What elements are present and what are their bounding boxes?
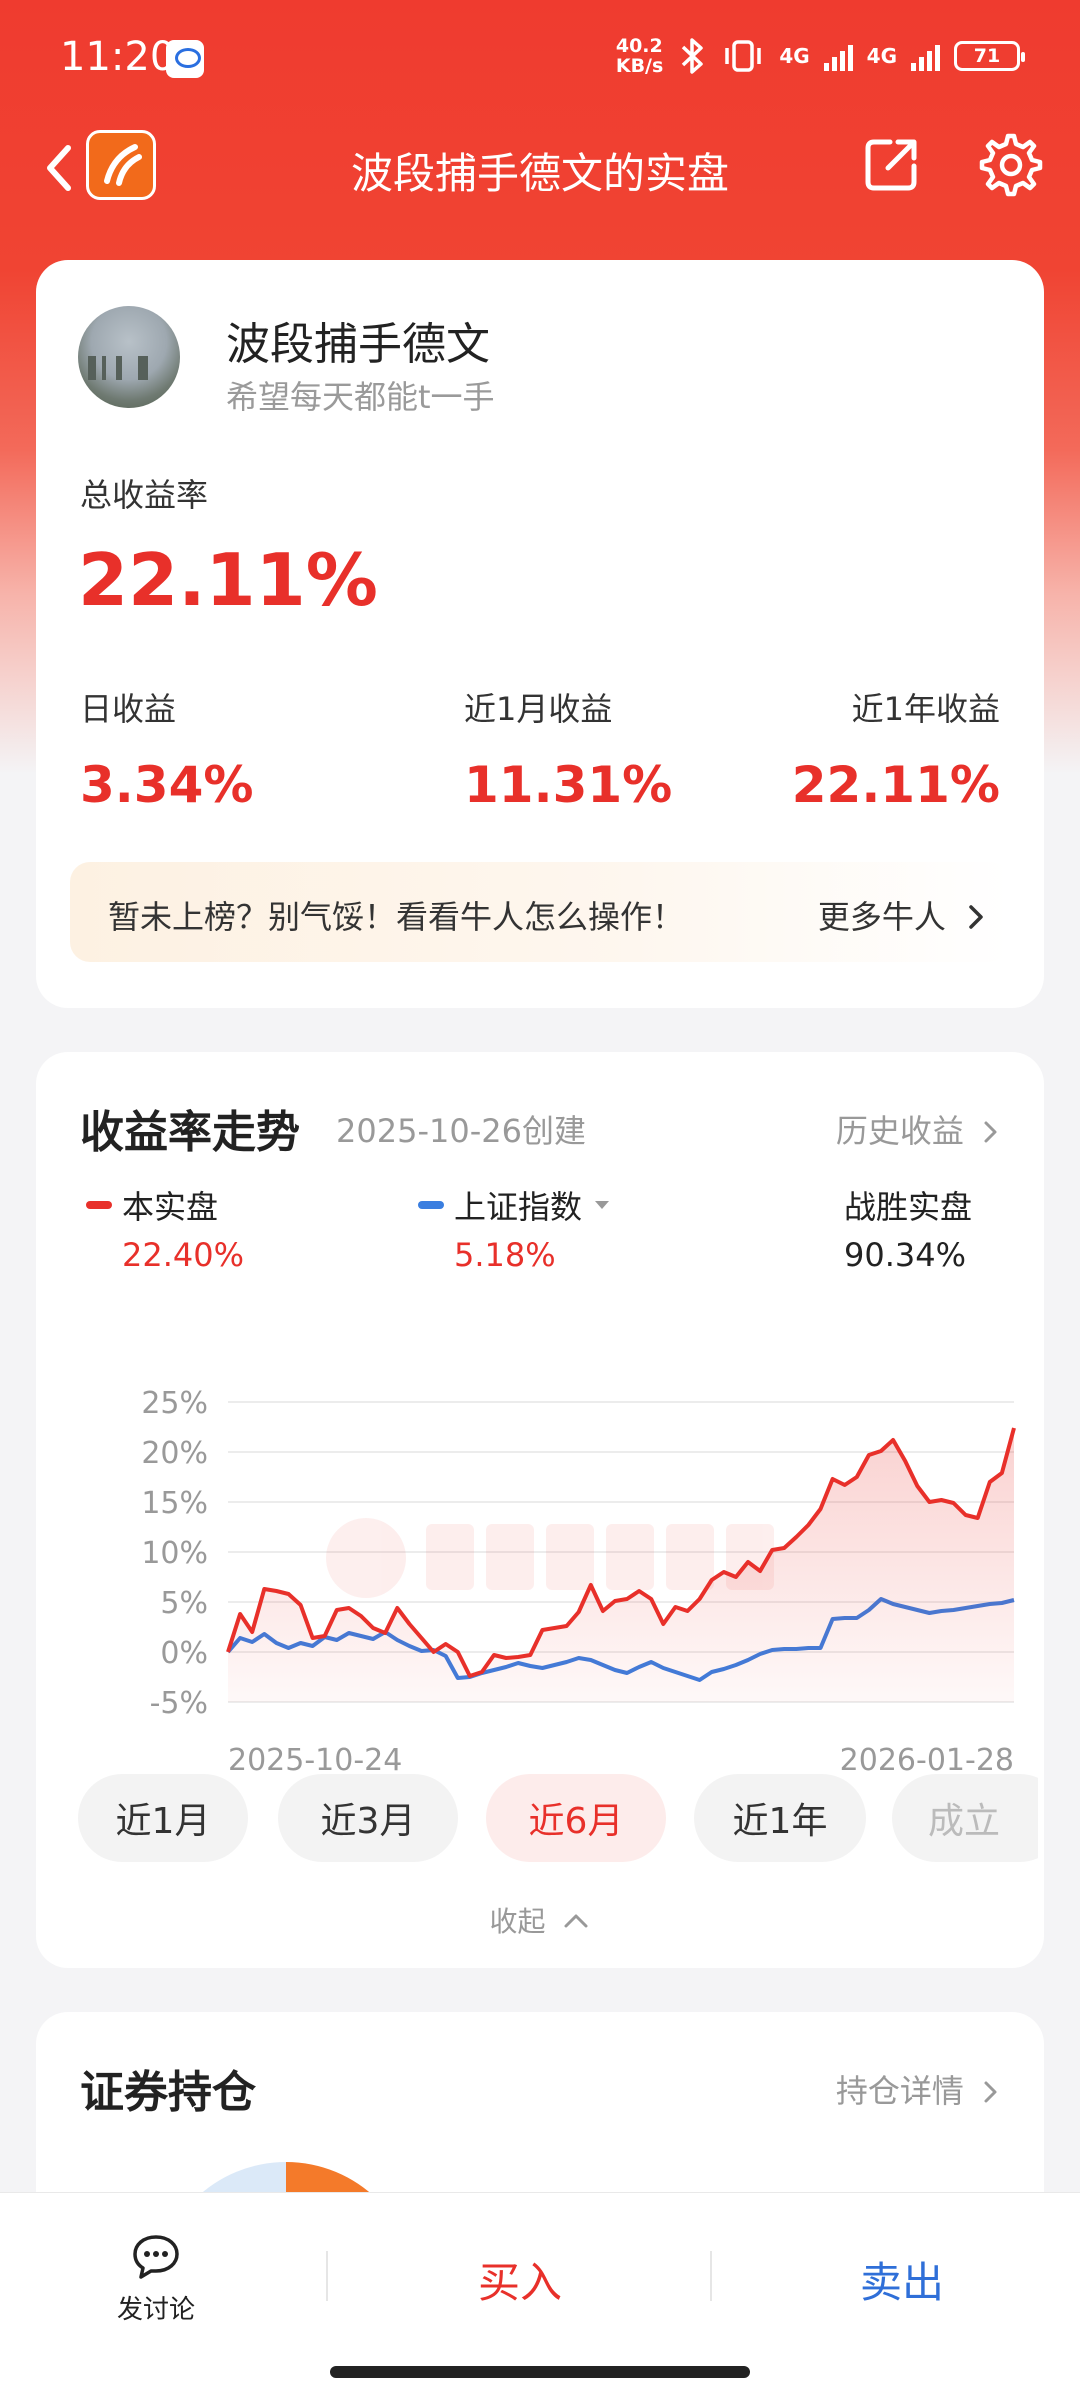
legend-index[interactable]: 上证指数 5.18%: [418, 1182, 612, 1274]
status-bar: 11:20 40.2 KB/s 4G 4G 71: [0, 0, 1080, 120]
legend-label: 战胜实盘: [843, 1188, 972, 1226]
top-nav-bar: 波段捕手德文的实盘: [0, 120, 1080, 210]
total-return-value: 22.11%: [78, 538, 378, 622]
range-1-month[interactable]: 近1月: [78, 1774, 248, 1862]
stat-value: 22.11%: [791, 756, 1000, 814]
signal-label-1: 4G: [779, 44, 810, 68]
network-speed: 40.2 KB/s: [616, 36, 663, 76]
legend-blue-swatch: [418, 1201, 444, 1209]
app-notification-icon: [166, 40, 204, 78]
gear-icon[interactable]: [978, 132, 1044, 198]
avatar[interactable]: [78, 306, 180, 408]
share-icon[interactable]: [862, 134, 922, 194]
chevron-up-icon: [564, 1914, 588, 1928]
range-6-months[interactable]: 近6月: [486, 1774, 666, 1862]
legend-label: 本实盘: [122, 1188, 219, 1226]
more-experts-link[interactable]: 更多牛人: [818, 892, 986, 938]
stat-label: 日收益: [80, 690, 177, 728]
legend-red-swatch: [86, 1201, 112, 1209]
bluetooth-icon: [682, 38, 704, 74]
legend-label: 上证指数: [454, 1188, 583, 1226]
status-indicators: 40.2 KB/s 4G 4G 71: [616, 36, 1025, 76]
holdings-detail-label: 持仓详情: [835, 2072, 964, 2110]
banner-text: 暂未上榜？别气馁！看看牛人怎么操作！: [108, 898, 685, 936]
stat-1-month: 近1月收益 11.31%: [464, 684, 672, 814]
total-return-label: 总收益率: [80, 476, 209, 514]
logo-mark-icon: [104, 144, 142, 186]
x-tick-label: 2025-10-24: [228, 1743, 402, 1778]
vibrate-icon: [725, 40, 762, 72]
legend-value: 5.18%: [454, 1236, 556, 1274]
page-title: 波段捕手德文的实盘: [350, 149, 729, 198]
stat-daily: 日收益 3.34%: [80, 684, 253, 814]
range-selector: 近1月 近3月 近6月 近1年 成立: [78, 1774, 1038, 1864]
range-1-year[interactable]: 近1年: [694, 1774, 866, 1862]
legend-value: 22.40%: [122, 1236, 245, 1274]
chevron-right-icon: [984, 2081, 997, 2103]
more-experts-label: 更多牛人: [817, 898, 946, 936]
return-trend-card: 收益率走势 2025-10-26创建 历史收益 本实盘 22.40% 上证指数 …: [36, 1052, 1044, 1968]
history-returns-link[interactable]: 历史收益: [836, 1106, 1000, 1152]
collapse-label: 收起: [489, 1905, 546, 1938]
y-tick-label: 25%: [141, 1386, 208, 1421]
y-tick-label: 15%: [141, 1486, 208, 1521]
range-since-inception[interactable]: 成立: [892, 1774, 1038, 1862]
status-time: 11:20: [60, 34, 176, 80]
y-tick-label: -5%: [150, 1686, 208, 1721]
battery-icon: 71: [954, 41, 1025, 71]
range-3-months[interactable]: 近3月: [278, 1774, 458, 1862]
holdings-detail-link[interactable]: 持仓详情: [836, 2066, 1000, 2112]
y-tick-label: 0%: [160, 1636, 208, 1671]
holdings-title: 证券持仓: [80, 2067, 256, 2118]
sell-button[interactable]: 卖出: [712, 2249, 1080, 2310]
profile-name: 波段捕手德文: [226, 319, 490, 370]
caret-down-icon: [595, 1201, 610, 1209]
chevron-right-icon: [984, 1121, 997, 1143]
y-tick-label: 5%: [160, 1586, 208, 1621]
chevron-left-icon[interactable]: [34, 138, 84, 198]
network-speed-unit: KB/s: [615, 55, 664, 77]
chat-bubble-icon: [133, 2235, 179, 2279]
home-indicator[interactable]: [330, 2366, 750, 2378]
app-logo: [86, 130, 156, 200]
return-chart[interactable]: 25% 20% 15% 10% 5% 0% -5% 2025-10-24 2026-01-28: [36, 1312, 1044, 1792]
profile-card: 波段捕手德文 希望每天都能t一手 总收益率 22.11% 日收益 3.34% 近…: [36, 260, 1044, 1008]
stat-1-year: 近1年收益 22.11%: [792, 684, 1000, 814]
signal-strength-icon-2: [911, 41, 940, 71]
legend-beat-rate: 战胜实盘 90.34%: [844, 1182, 972, 1274]
legend-portfolio: 本实盘 22.40%: [86, 1182, 245, 1274]
history-returns-label: 历史收益: [835, 1112, 964, 1150]
y-tick-label: 10%: [141, 1536, 208, 1571]
stat-label: 近1月收益: [464, 690, 613, 728]
leaderboard-banner[interactable]: 暂未上榜？别气馁！看看牛人怎么操作！ 更多牛人: [70, 862, 1010, 962]
discuss-button[interactable]: 发讨论: [96, 2233, 216, 2326]
created-date: 2025-10-26创建: [336, 1112, 586, 1150]
legend-value: 90.34%: [843, 1236, 966, 1274]
y-tick-label: 20%: [141, 1436, 208, 1471]
stat-value: 3.34%: [80, 756, 254, 814]
collapse-button[interactable]: 收起: [36, 1900, 1044, 1940]
chevron-right-icon: [969, 905, 983, 929]
signal-strength-icon: [823, 41, 853, 71]
stat-value: 11.31%: [464, 756, 673, 814]
network-speed-value: 40.2: [615, 35, 663, 57]
signal-label-2: 4G: [866, 44, 897, 68]
buy-button[interactable]: 买入: [330, 2249, 710, 2310]
x-tick-label: 2026-01-28: [840, 1743, 1014, 1778]
stat-label: 近1年收益: [851, 690, 1000, 728]
profile-bio: 希望每天都能t一手: [226, 378, 495, 416]
divider: [326, 2251, 328, 2301]
discuss-label: 发讨论: [116, 2295, 195, 2325]
trend-title: 收益率走势: [80, 1107, 300, 1158]
